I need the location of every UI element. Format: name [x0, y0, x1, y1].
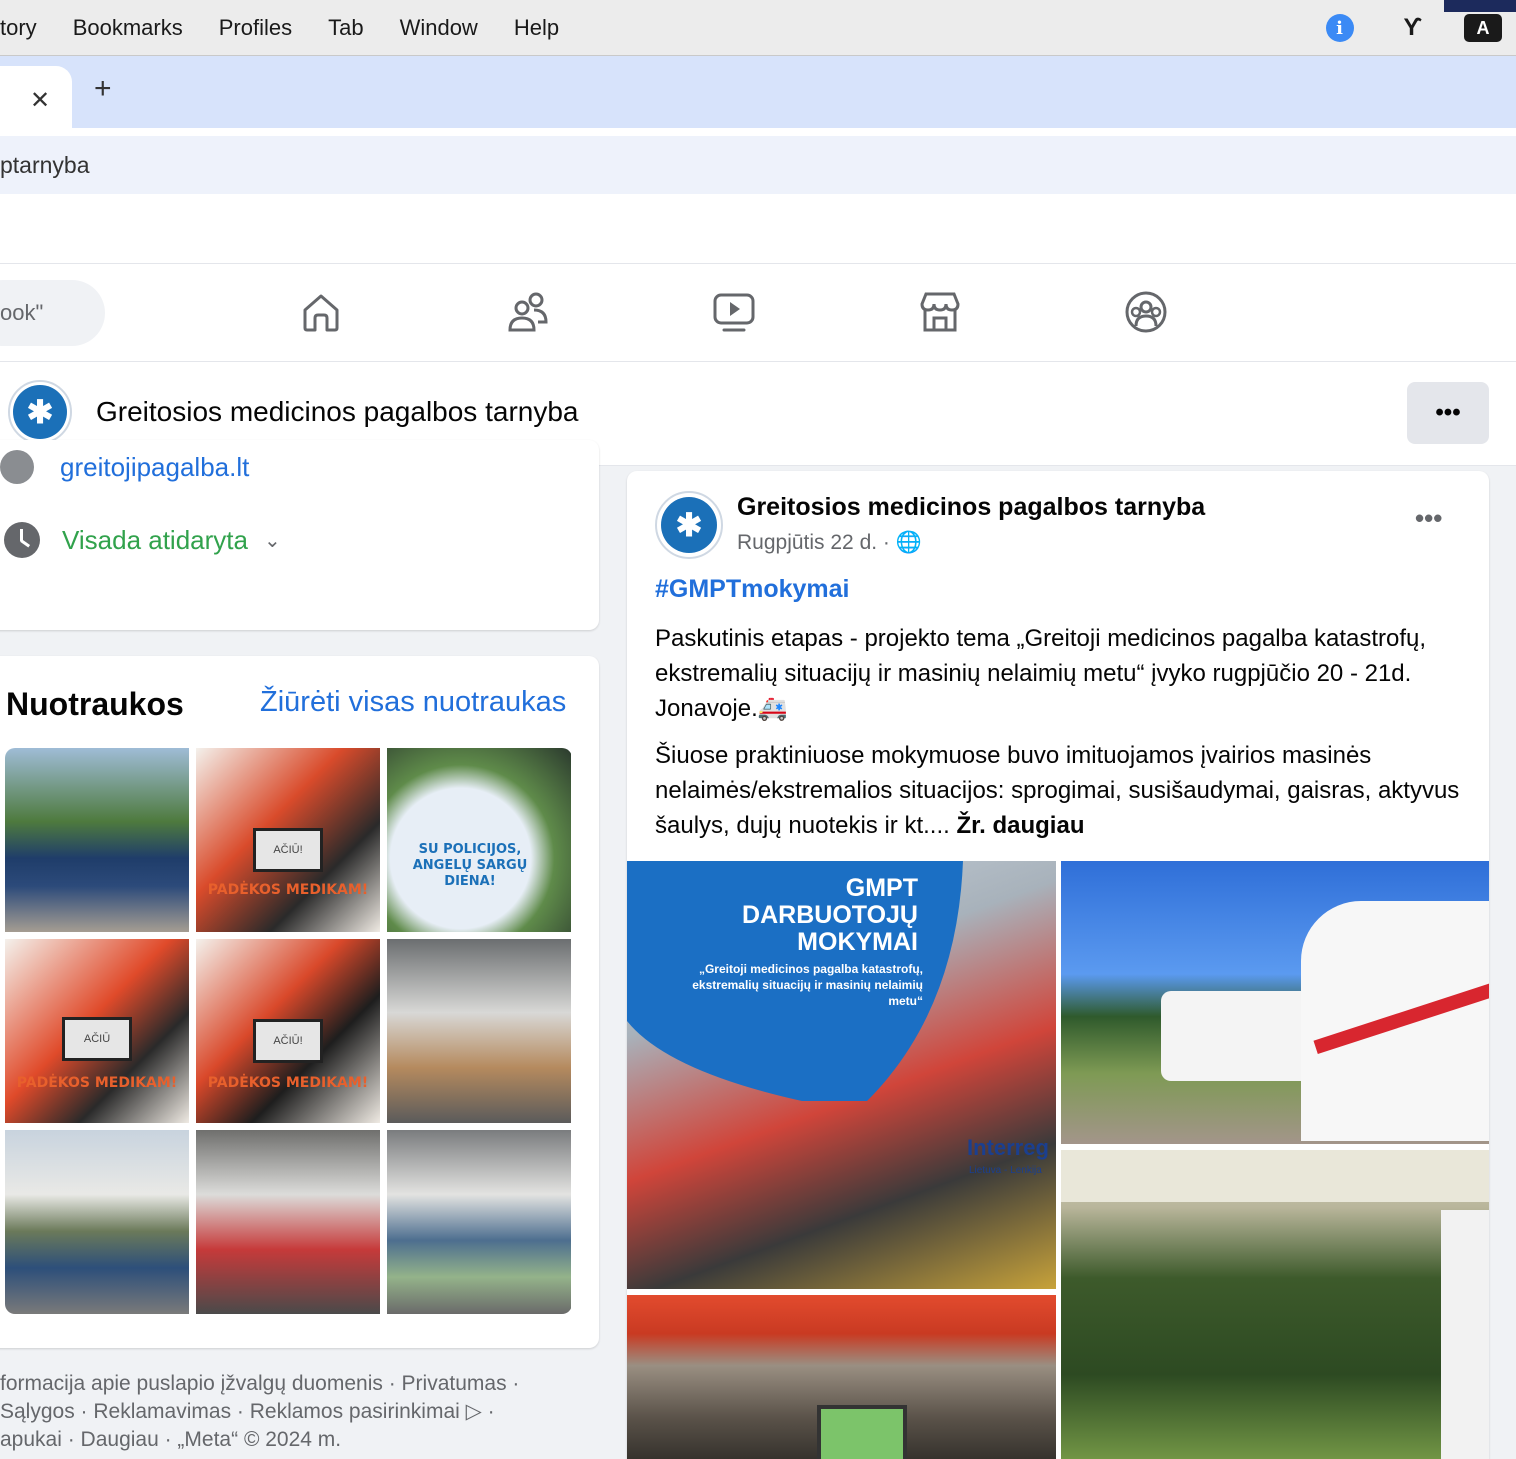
menu-bookmarks[interactable]: Bookmarks [73, 15, 183, 41]
website-row: greitojipagalba.lt [0, 450, 249, 484]
home-icon[interactable] [299, 290, 343, 334]
menu-history[interactable]: tory [0, 15, 37, 41]
photo-thumbnail[interactable] [387, 939, 571, 1123]
clock-icon [4, 522, 40, 558]
photo-caption: PADĖKOS MEDIKAM! [207, 1075, 369, 1091]
website-link[interactable]: greitojipagalba.lt [60, 452, 249, 483]
corner-strip [1444, 0, 1516, 12]
ambulance-shape [1441, 1210, 1489, 1459]
post-media-image[interactable] [1061, 1150, 1489, 1459]
globe-icon [0, 450, 34, 484]
page-footer: formacija apie puslapio įžvalgų duomenis… [0, 1370, 600, 1454]
tools-icon[interactable]: ϒ [1404, 14, 1422, 42]
photos-heading: Nuotraukos [6, 686, 184, 722]
photo-thumbnail[interactable] [196, 1130, 380, 1314]
video-icon[interactable] [712, 290, 756, 334]
menu-tab[interactable]: Tab [328, 15, 363, 41]
photo-thumbnail[interactable] [387, 1130, 571, 1314]
groups-icon[interactable] [1124, 290, 1168, 334]
search-placeholder: ook" [0, 300, 44, 325]
browser-tab-active[interactable]: ✕ [0, 66, 72, 128]
hours-status: Visada atidaryta [62, 524, 248, 555]
photo-caption: PADĖKOS MEDIKAM! [16, 1075, 178, 1091]
partner-logo-subtext: Lietuva - Lenkija [969, 1165, 1042, 1176]
post-media: GMPT DARBUOTOJŲ MOKYMAI „Greitoji medici… [627, 861, 1489, 1459]
photo-sign: AČIŪ [62, 1017, 132, 1061]
star-of-life-icon: ✱ [13, 385, 67, 439]
photo-thumbnail[interactable]: AČIŪ! PADĖKOS MEDIKAM! [196, 748, 380, 932]
post-media-image[interactable] [627, 1295, 1056, 1459]
tent-awning [1061, 1150, 1489, 1202]
close-tab-icon[interactable]: ✕ [30, 86, 50, 115]
menu-profiles[interactable]: Profiles [219, 15, 292, 41]
facebook-top-nav: ook" [0, 264, 1516, 362]
banner-subtitle: „Greitoji medicinos pagalba katastrofų, … [692, 962, 923, 1008]
banner-line-3: MOKYMAI [797, 928, 918, 956]
address-bar[interactable]: ptarnyba [0, 136, 1516, 194]
browser-tab-strip: ✕ + [0, 56, 1516, 128]
browser-toolbar: ptarnyba [0, 128, 1516, 264]
ambulance-shape [1161, 991, 1321, 1081]
post-media-image[interactable] [1061, 861, 1489, 1144]
input-source-icon[interactable]: A [1464, 14, 1502, 42]
star-of-life-icon: ✱ [661, 497, 717, 553]
marketplace-icon[interactable] [918, 290, 962, 334]
address-text: ptarnyba [0, 152, 90, 178]
see-more-link[interactable]: Žr. daugiau [956, 812, 1084, 839]
partner-logo-text: Interreg [967, 1135, 1049, 1160]
post-hashtag[interactable]: #GMPTmokymai [655, 575, 850, 604]
chevron-down-icon[interactable]: ⌄ [264, 528, 281, 553]
photo-thumbnail[interactable] [5, 748, 189, 932]
photo-sign: AČIŪ! [253, 828, 323, 872]
facebook-search-input[interactable]: ook" [0, 280, 105, 346]
new-tab-button[interactable]: + [94, 72, 112, 106]
footer-line-2[interactable]: Sąlygos · Reklamavimas · Reklamos pasiri… [0, 1398, 600, 1426]
post-card: ✱ Greitosios medicinos pagalbos tarnyba … [627, 471, 1489, 1459]
post-body: Paskutinis etapas - projekto tema „Greit… [655, 621, 1465, 855]
screen-shape [817, 1405, 907, 1459]
macos-menu-bar: tory Bookmarks Profiles Tab Window Help … [0, 0, 1516, 56]
info-icon[interactable]: i [1325, 14, 1354, 42]
photo-caption: SU POLICIJOS, ANGELŲ SARGŲ DIENA! [412, 842, 528, 889]
hours-row[interactable]: Visada atidaryta ⌄ [4, 522, 281, 558]
footer-line-3[interactable]: apukai · Daugiau · „Meta“ © 2024 m. [0, 1426, 600, 1454]
more-options-button[interactable]: ••• [1407, 382, 1489, 444]
photo-thumbnail[interactable]: AČIŪ PADĖKOS MEDIKAM! [5, 939, 189, 1123]
friends-icon[interactable] [506, 290, 550, 334]
post-media-image[interactable]: GMPT DARBUOTOJŲ MOKYMAI „Greitoji medici… [627, 861, 1056, 1289]
photo-caption: PADĖKOS MEDIKAM! [207, 882, 369, 898]
menu-window[interactable]: Window [400, 15, 478, 41]
photo-thumbnail[interactable]: AČIŪ! PADĖKOS MEDIKAM! [196, 939, 380, 1123]
page-title: Greitosios medicinos pagalbos tarnyba [96, 396, 579, 427]
photo-grid: AČIŪ! PADĖKOS MEDIKAM! SU POLICIJOS, ANG… [5, 748, 572, 1314]
photos-card: Nuotraukos Žiūrėti visas nuotraukas AČIŪ… [0, 656, 599, 1348]
post-paragraph-2: Šiuose praktiniuose mokymuose buvo imitu… [655, 738, 1465, 843]
post-paragraph-1: Paskutinis etapas - projekto tema „Greit… [655, 625, 1427, 722]
menu-help[interactable]: Help [514, 15, 559, 41]
photo-thumbnail[interactable] [5, 1130, 189, 1314]
banner-line-1: GMPT [845, 874, 918, 902]
page-logo[interactable]: ✱ [8, 380, 72, 444]
see-all-photos-link[interactable]: Žiūrėti visas nuotraukas [260, 686, 566, 719]
post-author-name[interactable]: Greitosios medicinos pagalbos tarnyba [737, 493, 1205, 522]
banner-title: GMPT DARBUOTOJŲ MOKYMAI [742, 875, 918, 956]
photo-thumbnail[interactable]: SU POLICIJOS, ANGELŲ SARGŲ DIENA! [387, 748, 571, 932]
post-timestamp[interactable]: Rugpjūtis 22 d. · 🌐 [737, 531, 922, 555]
intro-card: greitojipagalba.lt Visada atidaryta ⌄ [0, 440, 599, 630]
post-author-avatar[interactable]: ✱ [655, 491, 723, 559]
banner-line-2: DARBUOTOJŲ [742, 901, 918, 929]
footer-line-1[interactable]: formacija apie puslapio įžvalgų duomenis… [0, 1370, 600, 1398]
post-more-options-button[interactable]: ••• [1415, 503, 1442, 534]
photo-sign: AČIŪ! [253, 1019, 323, 1063]
